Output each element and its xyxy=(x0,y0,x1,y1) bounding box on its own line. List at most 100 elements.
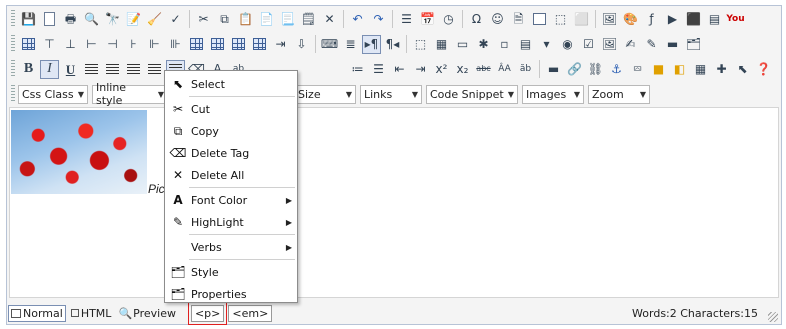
spellcheck-icon[interactable]: ✓ xyxy=(166,10,185,29)
flower-image[interactable] xyxy=(11,110,147,194)
image-editor-icon[interactable]: 🎨 xyxy=(621,10,640,29)
align-center-icon[interactable] xyxy=(103,60,122,79)
dropdown-field-icon[interactable]: ▾ xyxy=(537,35,556,54)
layer-icon[interactable]: ⬚ xyxy=(551,10,570,29)
css-class-dropdown[interactable]: Css Class ▼ xyxy=(18,84,88,104)
menu-item-delete-tag[interactable]: ⌫ Delete Tag xyxy=(165,142,297,164)
uppercase-icon[interactable]: ÂA xyxy=(495,60,514,79)
justify-icon[interactable] xyxy=(145,60,164,79)
password-icon[interactable]: ✱ xyxy=(474,35,493,54)
hidden-field-icon[interactable]: ▫ xyxy=(495,35,514,54)
redo-icon[interactable]: ↷ xyxy=(369,10,388,29)
insert-row-above-icon[interactable]: ⊤ xyxy=(40,35,59,54)
insert-table-icon[interactable] xyxy=(19,35,38,54)
send-backward-icon[interactable]: ▦ xyxy=(691,60,710,79)
absolute-position-icon[interactable]: ■ xyxy=(649,60,668,79)
delete-icon[interactable]: ✕ xyxy=(320,10,339,29)
page-break-icon[interactable]: ⬜ xyxy=(572,10,591,29)
select-all-icon[interactable]: ⮹ xyxy=(628,60,647,79)
menu-item-copy[interactable]: ⧉ Copy xyxy=(165,120,297,142)
menu-item-properties[interactable]: 🗂 Properties xyxy=(165,283,297,305)
pdf-icon[interactable]: ⬛ xyxy=(684,10,703,29)
cleanup-icon[interactable]: 🧹 xyxy=(145,10,164,29)
new-document-icon[interactable] xyxy=(40,10,59,29)
checkbox-icon[interactable]: ☑ xyxy=(579,35,598,54)
toolbar-grip[interactable] xyxy=(11,10,15,28)
align-right-icon[interactable] xyxy=(124,60,143,79)
tag-selector-em[interactable]: <em> xyxy=(228,304,273,322)
emoticon-icon[interactable]: ☺ xyxy=(488,10,507,29)
toolbar-grip[interactable] xyxy=(11,35,15,53)
links-dropdown[interactable]: Links ▼ xyxy=(360,84,422,104)
merge-down-icon[interactable]: ⇩ xyxy=(292,35,311,54)
images-dropdown[interactable]: Images ▼ xyxy=(522,84,584,104)
ordered-list-icon[interactable]: ≔ xyxy=(348,60,367,79)
unordered-list-icon[interactable]: ☰ xyxy=(369,60,388,79)
outdent-icon[interactable]: ⇤ xyxy=(390,60,409,79)
insert-row-below-icon[interactable]: ⊥ xyxy=(61,35,80,54)
tag-selector-p[interactable]: <p> xyxy=(187,301,228,325)
delete-col-icon[interactable]: ⊩ xyxy=(145,35,164,54)
menu-item-highlight[interactable]: ✎ HighLight ▶ xyxy=(165,211,297,233)
form-box-icon[interactable]: ⬚ xyxy=(411,35,430,54)
menu-item-font-color[interactable]: A Font Color ▶ xyxy=(165,189,297,211)
print-preview-icon[interactable]: 🔍 xyxy=(82,10,101,29)
mode-tab-normal[interactable]: Normal xyxy=(8,304,66,322)
image-button-icon[interactable]: 🖼 xyxy=(600,35,619,54)
link-icon[interactable]: 🔗 xyxy=(565,60,584,79)
indent-icon[interactable]: ⇥ xyxy=(411,60,430,79)
find-icon[interactable]: 🔭 xyxy=(103,10,122,29)
radio-icon[interactable]: ◉ xyxy=(558,35,577,54)
paste-html-icon[interactable]: 🗒 xyxy=(299,10,318,29)
find-replace-icon[interactable]: 📝 xyxy=(124,10,143,29)
youtube-icon[interactable]: You xyxy=(726,10,745,29)
menu-item-verbs[interactable]: Verbs ▶ xyxy=(165,236,297,258)
menu-item-delete-all[interactable]: ✕ Delete All xyxy=(165,164,297,186)
cursor-icon[interactable]: ⬉ xyxy=(733,60,752,79)
editing-area[interactable]: Pict xyxy=(9,107,779,298)
insert-image-icon[interactable]: 🖼 xyxy=(600,10,619,29)
template-icon[interactable]: 🗎 xyxy=(509,10,528,29)
copy-icon[interactable]: ⧉ xyxy=(215,10,234,29)
resize-handle[interactable] xyxy=(768,312,778,322)
size-dropdown[interactable]: Size ▼ xyxy=(294,84,356,104)
toolbar-grip[interactable] xyxy=(11,60,15,78)
reset-icon[interactable]: ✎ xyxy=(642,35,661,54)
menu-item-cut[interactable]: ✂ Cut xyxy=(165,98,297,120)
media-icon[interactable]: ▶ xyxy=(663,10,682,29)
subscript-icon[interactable]: x₂ xyxy=(453,60,472,79)
italic-button[interactable]: I xyxy=(40,59,59,79)
bold-button[interactable]: B xyxy=(19,60,38,79)
delete-row-icon[interactable]: ⊢ xyxy=(82,35,101,54)
table-props-icon[interactable] xyxy=(250,35,269,54)
anchor-icon[interactable]: ⚓ xyxy=(607,60,626,79)
paste-word-icon[interactable]: 📃 xyxy=(278,10,297,29)
code-snippet-dropdown[interactable]: Code Snippet ▼ xyxy=(426,84,518,104)
align-left-icon[interactable] xyxy=(82,60,101,79)
strikethrough-icon[interactable]: abc xyxy=(474,60,493,79)
mode-tab-preview[interactable]: 🔍 Preview xyxy=(116,305,178,322)
special-char-icon[interactable]: Ω xyxy=(467,10,486,29)
menu-item-select[interactable]: ⬉ Select xyxy=(165,73,297,95)
merge-cells-icon[interactable]: ⊪ xyxy=(166,35,185,54)
help-icon[interactable]: ❓ xyxy=(754,60,773,79)
listbox-icon[interactable]: ▤ xyxy=(516,35,535,54)
form-props-icon[interactable]: 🗂 xyxy=(684,35,703,54)
paragraph-icon[interactable]: ≣ xyxy=(341,35,360,54)
merge-right-icon[interactable]: ⇥ xyxy=(271,35,290,54)
save-icon[interactable]: 💾 xyxy=(19,10,38,29)
cut-icon[interactable]: ✂ xyxy=(194,10,213,29)
bring-forward-icon[interactable]: ◧ xyxy=(670,60,689,79)
date-icon[interactable]: 📅 xyxy=(418,10,437,29)
textarea-icon[interactable]: ▦ xyxy=(432,35,451,54)
insert-col-left-icon[interactable]: ⊣ xyxy=(103,35,122,54)
form-icon[interactable]: ⌨ xyxy=(320,35,339,54)
guidelines-icon[interactable]: ✚ xyxy=(712,60,731,79)
zoom-dropdown[interactable]: Zoom ▼ xyxy=(588,84,650,104)
menu-item-style[interactable]: 🗂 Style xyxy=(165,261,297,283)
document-icon[interactable]: ▤ xyxy=(705,10,724,29)
mode-tab-html[interactable]: HTML xyxy=(69,305,114,322)
rtl-icon[interactable]: ¶◂ xyxy=(383,35,402,54)
time-icon[interactable]: ◷ xyxy=(439,10,458,29)
insert-col-right-icon[interactable]: ⊦ xyxy=(124,35,143,54)
